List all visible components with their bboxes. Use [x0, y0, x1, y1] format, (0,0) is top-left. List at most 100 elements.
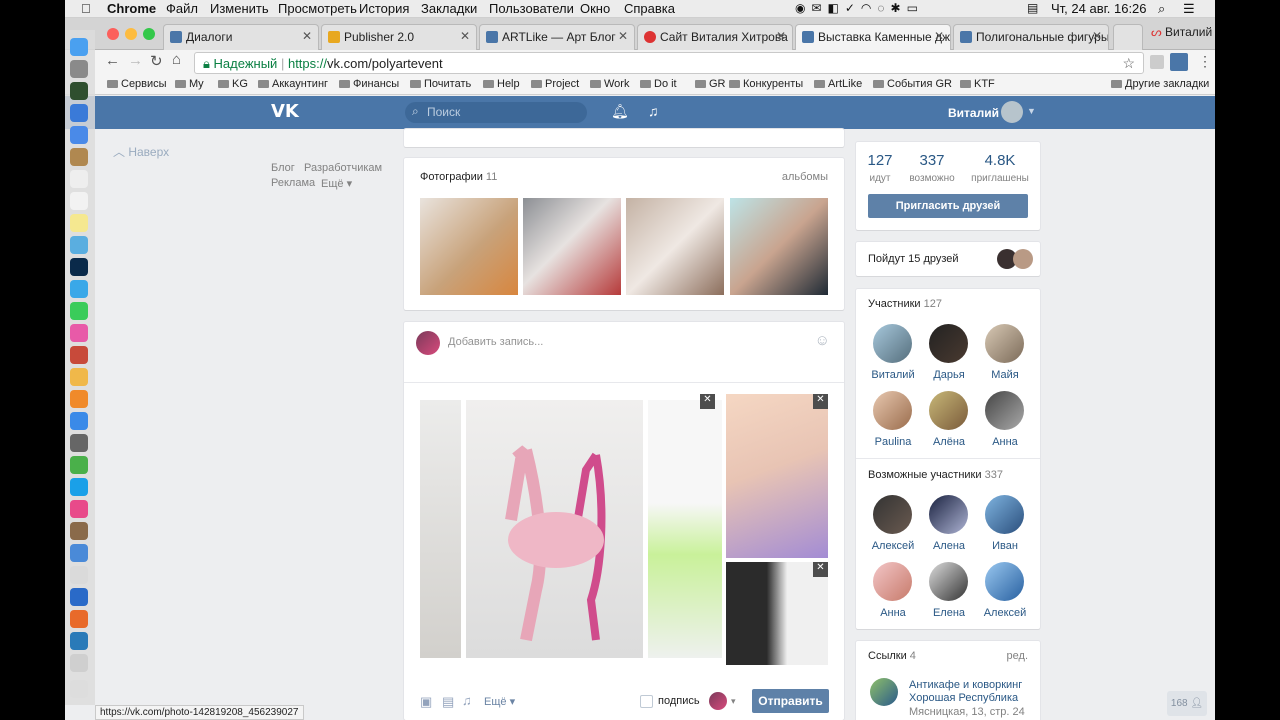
app-icon[interactable] [70, 566, 88, 584]
possible-avatar[interactable] [929, 495, 968, 534]
appstore-icon[interactable] [70, 412, 88, 430]
close-icon[interactable]: ✕ [460, 29, 470, 43]
stat-maybe-count[interactable]: 337 [908, 152, 956, 169]
footer-link-blog[interactable]: Блог [271, 162, 295, 174]
link-logo[interactable] [870, 678, 898, 706]
possible-name[interactable]: Алена [919, 540, 979, 552]
menu-users[interactable]: Пользователи [489, 1, 574, 16]
bookmark-services[interactable]: Сервисы [107, 78, 167, 90]
possible-avatar[interactable] [985, 495, 1024, 534]
calendar-icon[interactable] [70, 170, 88, 188]
bookmark-finance[interactable]: Финансы [339, 78, 399, 90]
menu-history[interactable]: История [359, 1, 409, 16]
member-avatar[interactable] [985, 324, 1024, 363]
footer-link-developers[interactable]: Разработчикам [304, 162, 382, 174]
possible-title[interactable]: Возможные участники 337 [868, 469, 1003, 481]
remove-icon[interactable]: ✕ [813, 562, 828, 577]
camera-icon[interactable]: ▣ [420, 694, 432, 710]
vk-logo[interactable]: VK [271, 101, 299, 122]
menu-window[interactable]: Окно [580, 1, 610, 16]
bookmark-kg[interactable]: KG [218, 78, 248, 90]
menu-view[interactable]: Просмотреть [278, 1, 357, 16]
attached-image[interactable] [420, 400, 461, 658]
close-icon[interactable]: ✕ [776, 29, 786, 43]
footer-link-ads[interactable]: Реклама [271, 177, 315, 189]
apple-icon[interactable]:  [81, 1, 91, 16]
albums-link[interactable]: альбомы [782, 171, 828, 183]
send-button[interactable]: Отправить [752, 689, 829, 713]
bookmark-artlike[interactable]: ArtLike [814, 78, 862, 90]
photo-thumb[interactable] [420, 198, 518, 295]
bookmark-competitors[interactable]: Конкуренты [729, 78, 803, 90]
close-icon[interactable]: ✕ [1092, 29, 1102, 43]
chrome-profile[interactable]: ᔕ Виталий [1151, 25, 1212, 39]
post-input[interactable]: Добавить запись... [448, 336, 543, 348]
chrome-icon[interactable] [70, 456, 88, 474]
bookmark-work[interactable]: Work [590, 78, 629, 90]
bookmark-ktf[interactable]: KTF [960, 78, 995, 90]
bookmark-other[interactable]: Другие закладки [1111, 78, 1209, 90]
possible-avatar[interactable] [873, 562, 912, 601]
spotlight-icon[interactable]: ⌕ [1158, 1, 1165, 17]
facetime-icon[interactable] [70, 302, 88, 320]
stickies-icon[interactable] [70, 214, 88, 232]
reload-icon[interactable]: ↻ [150, 52, 163, 70]
photos-title[interactable]: Фотографии 11 [420, 171, 497, 183]
vk-search-input[interactable]: ⌕ Поиск [405, 102, 587, 123]
tab-exhibition[interactable]: Выставка Каменные джу ✕ [795, 24, 951, 51]
links-title[interactable]: Ссылки 4 [868, 650, 916, 662]
bookmark-help[interactable]: Help [483, 78, 520, 90]
possible-name[interactable]: Анна [863, 607, 923, 619]
extension-icon[interactable] [1150, 55, 1164, 69]
close-icon[interactable]: ✕ [302, 29, 312, 43]
menu-edit[interactable]: Изменить [210, 1, 269, 16]
app-icon[interactable] [70, 544, 88, 562]
remove-icon[interactable]: ✕ [700, 394, 715, 409]
remove-icon[interactable]: ✕ [813, 394, 828, 409]
forward-icon[interactable]: → [128, 52, 143, 69]
invite-friends-button[interactable]: Пригласить друзей [868, 194, 1028, 218]
close-icon[interactable]: ✕ [618, 29, 628, 43]
member-name[interactable]: Paulina [863, 436, 923, 448]
member-name[interactable]: Дарья [919, 369, 979, 381]
signature-checkbox[interactable] [640, 695, 653, 708]
stat-going-count[interactable]: 127 [858, 152, 902, 169]
app-icon[interactable] [70, 500, 88, 518]
more-attach-link[interactable]: Ещё ▾ [484, 695, 515, 708]
menu-list-icon[interactable]: ☰ [1183, 1, 1195, 17]
friend-avatar[interactable] [1013, 249, 1033, 269]
tab-artlike[interactable]: ARTLike — Арт Блог ✕ [479, 24, 635, 50]
member-name[interactable]: Анна [975, 436, 1035, 448]
menubar-clock[interactable]: Чт, 24 авг. 16:26 [1051, 1, 1147, 16]
address-bar[interactable]: 🔒︎ Надежный | https://vk.com/polyarteven… [194, 52, 1144, 74]
menu-app-name[interactable]: Chrome [107, 1, 156, 16]
bookmark-accounting[interactable]: Аккаунтинг [258, 78, 328, 90]
bookmark-events-gr[interactable]: События GR [873, 78, 952, 90]
chevron-down-icon[interactable]: ▾ [731, 696, 736, 707]
member-name[interactable]: Майя [975, 369, 1035, 381]
tab-polygonal[interactable]: Полигональные фигуры ✕ [953, 24, 1109, 50]
member-avatar[interactable] [873, 391, 912, 430]
bookmark-gr[interactable]: GR [695, 78, 726, 90]
photo-thumb[interactable] [523, 198, 621, 295]
possible-avatar[interactable] [929, 562, 968, 601]
tab-publisher[interactable]: Publisher 2.0 ✕ [321, 24, 477, 50]
member-avatar[interactable] [929, 324, 968, 363]
user-avatar[interactable] [1001, 101, 1023, 123]
app-icon[interactable] [70, 82, 88, 100]
vk-user-name[interactable]: Виталий [948, 106, 999, 120]
photo-thumb[interactable] [626, 198, 724, 295]
member-avatar[interactable] [985, 391, 1024, 430]
app-icon[interactable] [70, 390, 88, 408]
trash-icon[interactable] [70, 680, 88, 698]
member-name[interactable]: Алёна [919, 436, 979, 448]
firefox-icon[interactable] [70, 610, 88, 628]
menu-file[interactable]: Файл [166, 1, 198, 16]
audio-icon[interactable]: ♫ [462, 693, 472, 708]
skype-icon[interactable] [70, 478, 88, 496]
bookmark-my[interactable]: My [175, 78, 204, 90]
possible-name[interactable]: Алексей [975, 607, 1035, 619]
messages-icon[interactable] [70, 280, 88, 298]
link-title-line1[interactable]: Антикафе и коворкинг [909, 679, 1022, 691]
attached-image-flamingo[interactable] [466, 400, 643, 658]
